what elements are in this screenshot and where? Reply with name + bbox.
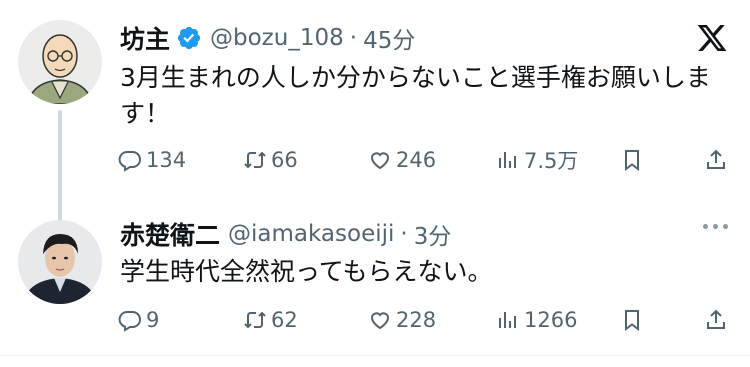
share-button[interactable] xyxy=(704,145,732,175)
author-name[interactable]: 赤楚衛二 xyxy=(120,216,220,252)
bookmark-button[interactable] xyxy=(620,145,648,175)
separator-dot: · xyxy=(400,221,408,247)
views-icon xyxy=(499,152,516,168)
reply-button[interactable]: 9 xyxy=(118,305,159,335)
views-icon xyxy=(499,312,516,328)
verified-badge-icon xyxy=(176,25,202,51)
like-icon xyxy=(370,152,390,170)
retweet-button[interactable]: 66 xyxy=(243,145,298,175)
bookmark-icon xyxy=(625,150,639,171)
tweet-header: 坊主 @bozu_108 · 45分 xyxy=(120,20,415,56)
views-count: 7.5万 xyxy=(524,149,579,173)
tweet-header: 赤楚衛二 @iamakasoeiji · 3分 xyxy=(120,217,451,251)
tweet-actions: 134 66 246 7.5万 xyxy=(118,145,730,175)
retweet-count: 66 xyxy=(271,148,298,172)
tweet-text: 学生時代全然祝ってもらえない。 xyxy=(120,257,493,286)
share-icon xyxy=(707,309,725,329)
avatar[interactable] xyxy=(18,20,102,104)
reply-count: 9 xyxy=(146,308,160,332)
separator-dot: · xyxy=(349,25,358,51)
author-handle[interactable]: @bozu_108 xyxy=(210,25,344,51)
retweet-button[interactable]: 62 xyxy=(243,305,298,335)
views-button[interactable]: 1266 xyxy=(496,305,577,335)
retweet-icon xyxy=(244,311,266,329)
reply-icon xyxy=(118,151,141,172)
divider xyxy=(0,355,750,356)
views-button[interactable]: 7.5万 xyxy=(496,145,578,175)
author-handle[interactable]: @iamakasoeiji xyxy=(228,221,394,247)
tweet-timestamp[interactable]: 3分 xyxy=(414,217,452,251)
thread-connector-line xyxy=(58,110,62,222)
like-button[interactable]: 246 xyxy=(368,145,436,175)
reply-count: 134 xyxy=(146,148,187,172)
x-logo-icon[interactable] xyxy=(696,22,728,54)
retweet-count: 62 xyxy=(271,308,298,332)
author-name[interactable]: 坊主 xyxy=(120,20,170,56)
avatar[interactable] xyxy=(18,220,102,304)
reply-icon xyxy=(118,311,141,332)
tweet-timestamp[interactable]: 45分 xyxy=(363,21,415,55)
reply-button[interactable]: 134 xyxy=(118,145,186,175)
like-count: 246 xyxy=(396,148,437,172)
views-count: 1266 xyxy=(524,308,578,332)
more-icon[interactable] xyxy=(703,224,728,229)
retweet-icon xyxy=(244,151,266,169)
tweet-text: 3月生まれの人しか分からないこと選手権お願いします！ xyxy=(120,63,711,128)
bookmark-icon xyxy=(625,310,639,331)
share-button[interactable] xyxy=(704,305,732,335)
tweet-actions: 9 62 228 1266 xyxy=(118,305,730,335)
like-count: 228 xyxy=(396,308,437,332)
share-icon xyxy=(707,149,725,169)
like-button[interactable]: 228 xyxy=(368,305,436,335)
bookmark-button[interactable] xyxy=(620,305,648,335)
like-icon xyxy=(370,312,390,330)
